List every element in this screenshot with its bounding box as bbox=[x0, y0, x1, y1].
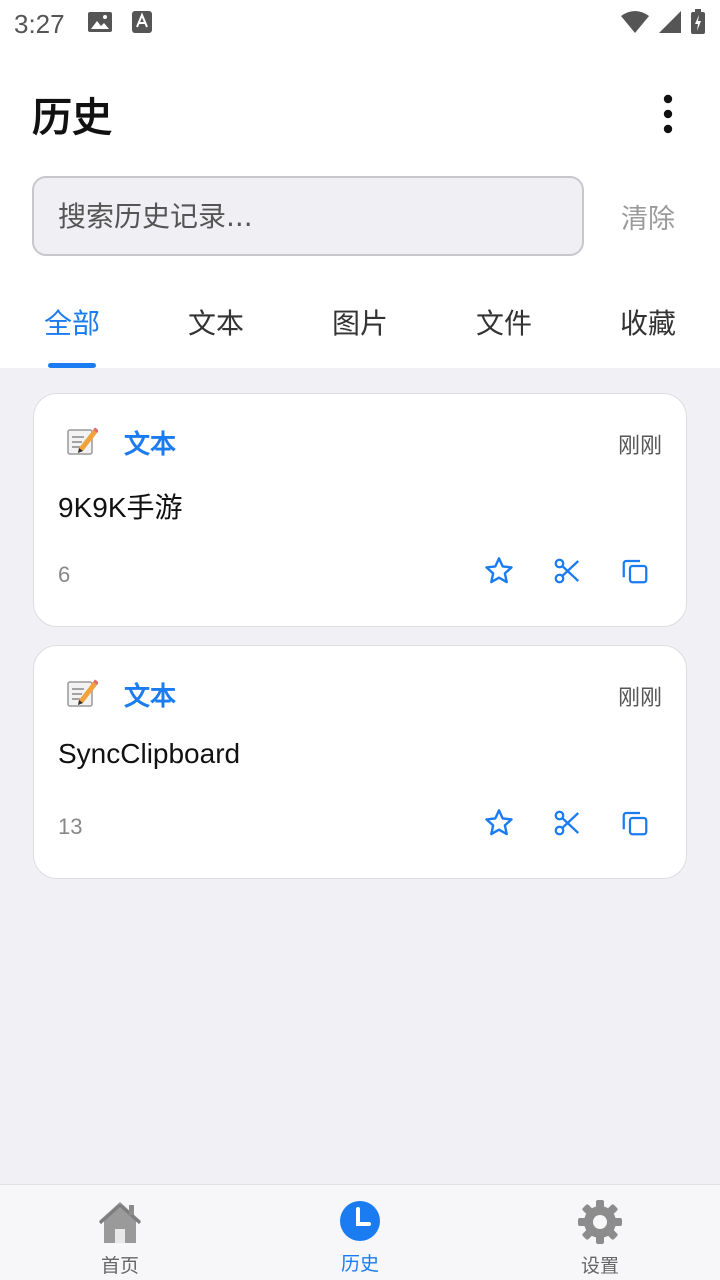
copy-button[interactable] bbox=[618, 806, 652, 840]
copy-icon bbox=[622, 559, 648, 584]
scissors-icon bbox=[554, 558, 580, 584]
item-time: 刚刚 bbox=[617, 686, 662, 711]
tab-images[interactable]: 图片 bbox=[288, 280, 432, 368]
home-icon bbox=[98, 1202, 142, 1243]
favorite-button[interactable] bbox=[482, 806, 516, 840]
search-input[interactable] bbox=[32, 176, 584, 256]
tab-all[interactable]: 全部 bbox=[0, 280, 144, 368]
item-char-count: 6 bbox=[58, 562, 71, 587]
font-notification-icon bbox=[131, 10, 153, 38]
copy-button[interactable] bbox=[618, 554, 652, 588]
tab-text[interactable]: 文本 bbox=[144, 280, 288, 368]
gear-icon bbox=[578, 1200, 622, 1244]
item-time: 刚刚 bbox=[617, 434, 662, 459]
clock-icon bbox=[340, 1201, 380, 1241]
nav-label: 历史 bbox=[340, 1253, 379, 1275]
item-type-label: 文本 bbox=[124, 682, 177, 712]
signal-icon bbox=[658, 10, 682, 38]
tab-files[interactable]: 文件 bbox=[432, 280, 576, 368]
tab-label: 收藏 bbox=[619, 307, 676, 340]
item-type-label: 文本 bbox=[124, 430, 177, 460]
search-row: 清除 bbox=[32, 176, 688, 256]
page-title: 历史 bbox=[32, 95, 112, 141]
copy-icon bbox=[622, 811, 648, 836]
app-header: 历史 bbox=[0, 72, 720, 156]
tab-label: 全部 bbox=[43, 307, 100, 340]
item-content: 9K9K手游 bbox=[58, 492, 183, 523]
item-content: SyncClipboard bbox=[58, 738, 241, 769]
favorite-button[interactable] bbox=[482, 554, 516, 588]
nav-home[interactable]: 首页 bbox=[0, 1185, 240, 1280]
cut-button[interactable] bbox=[550, 554, 584, 588]
nav-history[interactable]: 历史 bbox=[240, 1185, 480, 1280]
item-char-count: 13 bbox=[58, 814, 83, 839]
more-options-button[interactable] bbox=[648, 86, 688, 142]
tab-favorites[interactable]: 收藏 bbox=[576, 280, 720, 368]
battery-charging-icon bbox=[690, 9, 706, 39]
star-icon bbox=[485, 809, 513, 836]
wifi-icon bbox=[620, 10, 650, 38]
tab-label: 文件 bbox=[475, 307, 532, 340]
history-card[interactable]: 文本 刚刚 SyncClipboard 13 bbox=[33, 645, 687, 879]
star-icon bbox=[485, 557, 513, 584]
nav-label: 设置 bbox=[580, 1255, 619, 1277]
status-time: 3:27 bbox=[14, 8, 65, 39]
bottom-navigation: 首页 历史 设置 bbox=[0, 1184, 720, 1280]
history-list: 文本 刚刚 9K9K手游 6 文本 刚刚 SyncClipboard 13 bbox=[0, 368, 720, 1184]
nav-label: 首页 bbox=[100, 1255, 139, 1277]
tab-label: 图片 bbox=[331, 307, 388, 340]
more-vertical-icon bbox=[663, 94, 673, 134]
memo-icon bbox=[66, 678, 99, 712]
status-bar: 3:27 bbox=[0, 0, 720, 48]
cut-button[interactable] bbox=[550, 806, 584, 840]
clear-button[interactable]: 清除 bbox=[608, 197, 688, 236]
scissors-icon bbox=[554, 810, 580, 836]
tab-label: 文本 bbox=[187, 307, 244, 340]
history-card[interactable]: 文本 刚刚 9K9K手游 6 bbox=[33, 393, 687, 627]
nav-settings[interactable]: 设置 bbox=[480, 1185, 720, 1280]
memo-icon bbox=[66, 426, 99, 460]
filter-tabs: 全部 文本 图片 文件 收藏 bbox=[0, 280, 720, 368]
image-notification-icon bbox=[87, 11, 113, 37]
